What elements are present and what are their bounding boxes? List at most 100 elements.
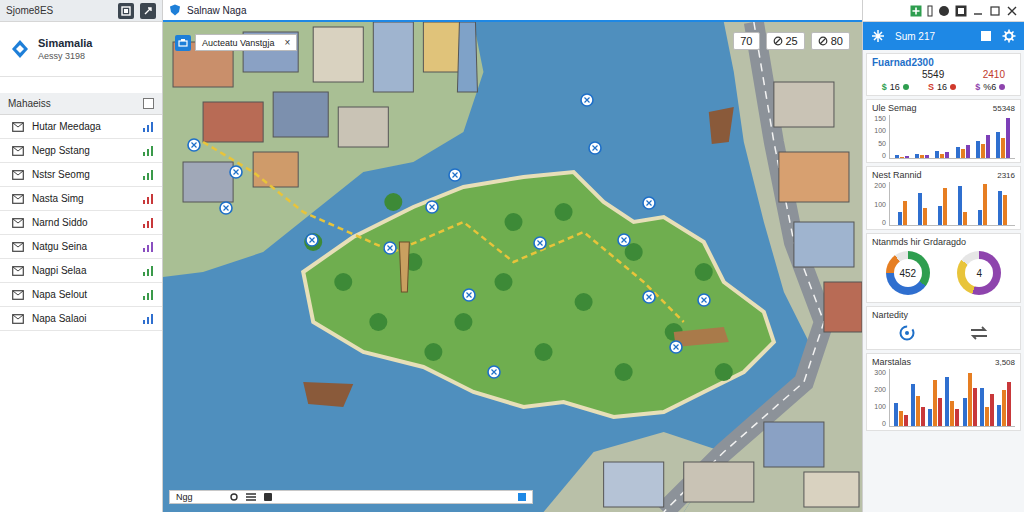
map-pin[interactable] bbox=[533, 236, 547, 250]
bar[interactable] bbox=[980, 388, 984, 426]
map-tab[interactable]: Aucteatu Vanstgja× bbox=[175, 34, 297, 51]
sidebar-item[interactable]: Napa Salaoi bbox=[0, 307, 162, 331]
sync-icon[interactable] bbox=[897, 323, 917, 343]
map-pin[interactable] bbox=[642, 290, 656, 304]
bar[interactable] bbox=[945, 377, 949, 426]
bar[interactable] bbox=[921, 407, 925, 426]
select-all-checkbox[interactable] bbox=[143, 98, 154, 109]
record-icon[interactable] bbox=[938, 5, 950, 17]
bar[interactable] bbox=[920, 155, 924, 158]
sidebar-item[interactable]: Nstsr Seomg bbox=[0, 163, 162, 187]
bar[interactable] bbox=[958, 186, 962, 225]
bar[interactable] bbox=[976, 141, 980, 158]
bar[interactable] bbox=[973, 388, 977, 426]
map-pin[interactable] bbox=[697, 293, 711, 307]
bar[interactable] bbox=[916, 396, 920, 426]
bar[interactable] bbox=[935, 151, 939, 158]
bar[interactable] bbox=[1006, 118, 1010, 158]
square-icon[interactable] bbox=[980, 30, 992, 42]
gear-icon[interactable] bbox=[1002, 29, 1016, 43]
bar[interactable] bbox=[961, 149, 965, 158]
bar[interactable] bbox=[981, 144, 985, 158]
bar[interactable] bbox=[968, 373, 972, 426]
bar[interactable] bbox=[940, 154, 944, 158]
bar[interactable] bbox=[925, 155, 929, 158]
bar[interactable] bbox=[998, 191, 1002, 225]
bar[interactable] bbox=[898, 212, 902, 225]
bar[interactable] bbox=[1007, 382, 1011, 426]
bar[interactable] bbox=[900, 157, 904, 158]
add-icon[interactable] bbox=[910, 5, 922, 17]
bar[interactable] bbox=[997, 405, 1001, 426]
bar[interactable] bbox=[938, 206, 942, 225]
list-icon[interactable] bbox=[245, 492, 257, 502]
map-pin[interactable] bbox=[383, 241, 397, 255]
bar[interactable] bbox=[986, 135, 990, 158]
bar[interactable] bbox=[1003, 195, 1007, 225]
bar[interactable] bbox=[996, 132, 1000, 158]
pin-button[interactable] bbox=[140, 3, 156, 19]
map-pin[interactable] bbox=[448, 168, 462, 182]
bar[interactable] bbox=[966, 145, 970, 158]
map-pin[interactable] bbox=[642, 196, 656, 210]
settings-icon[interactable] bbox=[229, 492, 239, 502]
bar[interactable] bbox=[899, 411, 903, 426]
maximize-icon[interactable] bbox=[989, 5, 1001, 17]
bar[interactable] bbox=[915, 154, 919, 158]
bar[interactable] bbox=[950, 401, 954, 426]
donut-chart[interactable]: 4 bbox=[957, 251, 1001, 295]
map-pin[interactable] bbox=[487, 365, 501, 379]
bar[interactable] bbox=[903, 201, 907, 225]
bar[interactable] bbox=[990, 394, 994, 426]
bar[interactable] bbox=[963, 398, 967, 427]
map-pin[interactable] bbox=[305, 233, 319, 247]
bar[interactable] bbox=[963, 212, 967, 225]
sidebar-item[interactable]: Hutar Meedaga bbox=[0, 115, 162, 139]
bar[interactable] bbox=[933, 380, 937, 426]
sidebar-item[interactable]: Nagpi Selaa bbox=[0, 259, 162, 283]
map-pin[interactable] bbox=[462, 288, 476, 302]
map-pin[interactable] bbox=[219, 201, 233, 215]
map-pin[interactable] bbox=[425, 200, 439, 214]
minimize-icon[interactable] bbox=[972, 5, 984, 17]
bookmark-icon[interactable] bbox=[927, 5, 933, 17]
map-pin[interactable] bbox=[588, 141, 602, 155]
sidebar-item[interactable]: Nasta Simg bbox=[0, 187, 162, 211]
bar[interactable] bbox=[943, 188, 947, 225]
bar[interactable] bbox=[905, 156, 909, 158]
bar[interactable] bbox=[911, 384, 915, 426]
map-pin[interactable] bbox=[187, 138, 201, 152]
bar[interactable] bbox=[904, 415, 908, 426]
bar[interactable] bbox=[928, 409, 932, 426]
bar[interactable] bbox=[895, 155, 899, 158]
bar[interactable] bbox=[894, 403, 898, 426]
bar[interactable] bbox=[918, 193, 922, 225]
transfer-icon[interactable] bbox=[968, 323, 990, 343]
spark-icon[interactable] bbox=[871, 29, 885, 43]
sidebar-item[interactable]: Natgu Seina bbox=[0, 235, 162, 259]
counter[interactable]: 70 bbox=[733, 32, 759, 50]
bar[interactable] bbox=[983, 184, 987, 225]
panel-icon[interactable] bbox=[955, 5, 967, 17]
bar[interactable] bbox=[978, 210, 982, 225]
map-pin[interactable] bbox=[580, 93, 594, 107]
counter[interactable]: 25 bbox=[766, 32, 805, 50]
bar[interactable] bbox=[956, 147, 960, 158]
close-icon[interactable] bbox=[1006, 5, 1018, 17]
donut-chart[interactable]: 452 bbox=[886, 251, 930, 295]
sidebar-item[interactable]: Napa Selout bbox=[0, 283, 162, 307]
bar[interactable] bbox=[1002, 390, 1006, 426]
tab-close-button[interactable]: × bbox=[284, 37, 290, 48]
bar[interactable] bbox=[945, 152, 949, 158]
bar[interactable] bbox=[1001, 138, 1005, 158]
map-pin[interactable] bbox=[229, 165, 243, 179]
bar[interactable] bbox=[938, 398, 942, 427]
map-pin[interactable] bbox=[669, 340, 683, 354]
sidebar-item[interactable]: Narnd Siddo bbox=[0, 211, 162, 235]
bar[interactable] bbox=[923, 208, 927, 225]
map-pin[interactable] bbox=[617, 233, 631, 247]
counter[interactable]: 80 bbox=[811, 32, 850, 50]
map-canvas[interactable]: Aucteatu Vanstgja×702580Ngg bbox=[163, 22, 862, 512]
bar[interactable] bbox=[985, 407, 989, 426]
bar[interactable] bbox=[955, 409, 959, 426]
